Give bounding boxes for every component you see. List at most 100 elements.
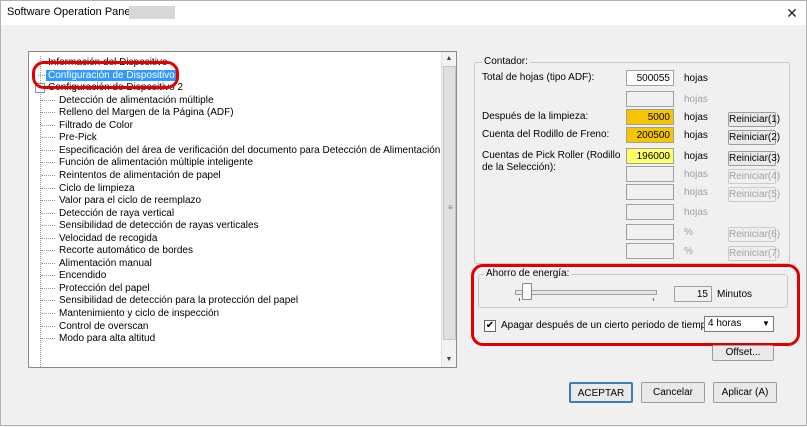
tree-connector [41, 262, 55, 264]
tree-item[interactable]: Control de overscan [41, 320, 151, 333]
counter-value-box [626, 91, 674, 107]
reset-button[interactable]: Reiniciar(1) [728, 112, 780, 127]
tree-item[interactable]: Ciclo de limpieza [41, 182, 137, 195]
counter-value-box [626, 204, 674, 220]
tree-item-label: Sensibilidad de detección para la protec… [59, 295, 299, 307]
counter-value-box: 500055 [626, 70, 674, 86]
tree-item[interactable]: Configuración de Dispositivo 2 [38, 81, 185, 94]
tree-connector-line [40, 56, 41, 367]
tree-item-label: Configuración de Dispositivo [46, 69, 177, 81]
close-icon[interactable]: ✕ [784, 5, 800, 21]
cancel-button[interactable]: Cancelar [641, 382, 705, 403]
tree-connector [41, 212, 55, 214]
tree-item-label: Filtrado de Color [59, 119, 133, 131]
tree-connector [41, 124, 55, 126]
tree-item[interactable]: Detección de alimentación múltiple [41, 94, 216, 107]
select-value: 4 horas [708, 318, 742, 329]
tree-item-label: Detección de raya vertical [59, 207, 175, 219]
tree-connector [41, 137, 55, 139]
tree-item[interactable]: Modo para alta altitud [41, 332, 157, 345]
tree-item[interactable]: Función de alimentación múltiple intelig… [41, 156, 255, 169]
slider-tick [519, 298, 520, 301]
scroll-down-icon[interactable]: ▼ [442, 353, 456, 367]
energia-slider-track[interactable] [515, 290, 657, 295]
tree-item-label: Alimentación manual [59, 257, 152, 269]
tree-item-label: Reintentos de alimentación de papel [59, 169, 221, 181]
tree-item-label: Sensibilidad de detección de rayas verti… [59, 220, 259, 232]
tree-item-selected[interactable]: Configuración de Dispositivo [38, 69, 177, 82]
counter-label: Cuentas de Pick Roller (Rodillo de la Se… [482, 150, 621, 173]
counter-value-box: 196000 [626, 148, 674, 164]
collapse-icon[interactable]: − [35, 83, 45, 94]
tree-item[interactable]: Protección del papel [41, 282, 152, 295]
counter-unit: hojas [684, 94, 708, 105]
counter-value-box: 200500 [626, 127, 674, 143]
tree-item-label: Pre-Pick [59, 132, 97, 144]
ok-button[interactable]: ACEPTAR [569, 382, 633, 403]
counter-value-box [626, 243, 674, 259]
tree-connector [41, 338, 55, 340]
scrollbar-thumb[interactable]: ≡ [443, 66, 456, 340]
tree-item-label: Velocidad de recogida [59, 232, 158, 244]
redacted-model-name [129, 6, 175, 19]
tree-item-label: Relleno del Margen de la Página (ADF) [59, 107, 234, 119]
energia-slider-thumb[interactable] [522, 283, 532, 300]
tree-connector [41, 99, 55, 101]
reset-button[interactable]: Reiniciar(7) [728, 246, 780, 261]
apagar-label: Apagar después de un cierto periodo de t… [501, 320, 712, 331]
settings-tree[interactable]: Información del Dispositivo Configuración… [28, 51, 457, 368]
scroll-up-icon[interactable]: ▲ [442, 52, 456, 66]
tree-item[interactable]: Filtrado de Color [41, 119, 135, 132]
tree-item[interactable]: Encendido [41, 269, 108, 282]
tree-connector [41, 162, 55, 164]
counter-unit: hojas [684, 187, 708, 198]
reset-button[interactable]: Reiniciar(4) [728, 169, 780, 184]
tree-connector [41, 174, 55, 176]
tree-connector [41, 112, 55, 114]
tree-content: Información del Dispositivo Configuración… [29, 52, 442, 367]
tree-item[interactable]: Sensibilidad de detección de rayas verti… [41, 219, 261, 232]
counter-unit: % [684, 246, 693, 257]
counter-unit: % [684, 227, 693, 238]
tree-scrollbar[interactable]: ▲ ≡ ▼ [441, 52, 456, 367]
tree-item-label: Modo para alta altitud [59, 333, 156, 345]
slider-tick [653, 298, 654, 301]
offset-button[interactable]: Offset... [712, 345, 774, 361]
apagar-time-select[interactable]: 4 horas ▼ [704, 316, 774, 332]
tree-item[interactable]: Especificación del área de verificación … [41, 144, 442, 157]
tree-item-label: Ciclo de limpieza [59, 182, 135, 194]
reset-button[interactable]: Reiniciar(2) [728, 130, 780, 145]
counter-label: Total de hojas (tipo ADF): [482, 72, 595, 83]
reset-button[interactable]: Reiniciar(5) [728, 187, 780, 202]
tree-item[interactable]: Alimentación manual [41, 257, 154, 270]
tree-item[interactable]: Recorte automático de bordes [41, 244, 195, 257]
tree-connector [41, 300, 55, 302]
tree-item-label: Control de overscan [59, 320, 149, 332]
reset-button[interactable]: Reiniciar(6) [728, 227, 780, 242]
tree-connector [41, 250, 55, 252]
tree-item[interactable]: Relleno del Margen de la Página (ADF) [41, 106, 236, 119]
tree-item[interactable]: Pre-Pick [41, 131, 99, 144]
tree-item-label: Encendido [59, 270, 107, 282]
tree-item-label: Información del Dispositivo [48, 57, 168, 68]
energia-minutes-box: 15 [674, 286, 712, 302]
tree-item[interactable]: Reintentos de alimentación de papel [41, 169, 223, 182]
counter-label: Después de la limpieza: [482, 111, 589, 122]
tree-item[interactable]: Sensibilidad de detección para la protec… [41, 294, 300, 307]
counter-unit: hojas [684, 207, 708, 218]
tree-item[interactable]: Información del Dispositivo [38, 56, 170, 69]
apagar-checkbox[interactable]: ✔ [484, 320, 496, 332]
counter-value-box [626, 224, 674, 240]
tree-item-label: Especificación del área de verificación … [59, 144, 442, 156]
reset-button[interactable]: Reiniciar(3) [728, 151, 780, 166]
tree-item[interactable]: Mantenimiento y ciclo de inspección [41, 307, 221, 320]
tree-connector [41, 325, 55, 327]
tree-item[interactable]: Velocidad de recogida [41, 232, 159, 245]
apply-button[interactable]: Aplicar (A) [713, 382, 777, 403]
tree-connector [38, 62, 45, 63]
tree-connector [41, 237, 55, 239]
tree-connector [41, 225, 55, 227]
tree-item[interactable]: Detección de raya vertical [41, 207, 176, 220]
tree-item[interactable]: Valor para el ciclo de reemplazo [41, 194, 203, 207]
tree-item-label: Mantenimiento y ciclo de inspección [59, 308, 220, 319]
